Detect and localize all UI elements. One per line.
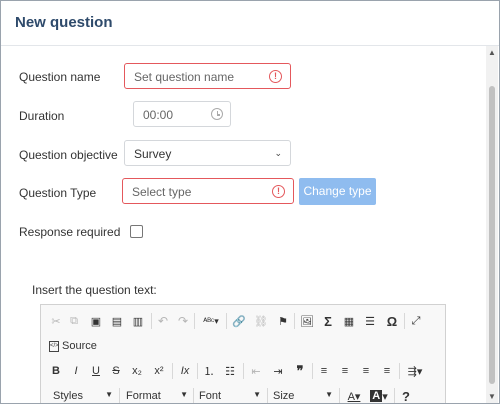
text-color-icon[interactable]: A▾ <box>344 387 364 403</box>
objective-value: Survey <box>134 147 172 161</box>
scroll-up-icon[interactable]: ▲ <box>487 48 497 57</box>
chevron-down-icon: ▼ <box>180 390 188 399</box>
toolbar-separator <box>226 313 227 329</box>
toolbar-separator <box>267 388 268 403</box>
toolbar-separator <box>399 363 400 379</box>
question-text-label: Insert the question text: <box>32 283 157 297</box>
change-type-button[interactable]: Change type <box>299 178 376 205</box>
chevron-down-icon: ▼ <box>325 390 333 399</box>
objective-label: Question objective <box>19 148 118 162</box>
unlink-icon[interactable]: ⛓ <box>253 312 269 330</box>
toolbar-separator <box>404 313 405 329</box>
toolbar-row-3: B I U S x₂ x² Ix ⒈ ☷ ⇤ ⇥ ❞ ≡ ≡ ≡ ≡ ⇶▾ <box>41 362 445 382</box>
toolbar-separator <box>394 388 395 403</box>
chevron-down-icon: ▼ <box>105 390 113 399</box>
toolbar-separator <box>339 388 340 403</box>
question-type-select[interactable]: Select type ! <box>122 178 294 204</box>
subscript-icon[interactable]: x₂ <box>129 362 145 380</box>
table-icon[interactable]: ▦ <box>341 312 357 330</box>
size-combo[interactable]: Size ▼ <box>273 387 333 403</box>
question-type-placeholder: Select type <box>132 185 192 199</box>
toolbar-separator <box>312 363 313 379</box>
toolbar-separator <box>194 313 195 329</box>
styles-label: Styles <box>53 390 83 402</box>
question-name-input[interactable]: Set question name ! <box>124 63 291 89</box>
toolbar-row-2: </> Source <box>41 337 445 357</box>
spellcheck-icon[interactable]: ᴬᴮᶜ▾ <box>199 312 223 330</box>
chevron-down-icon: ▼ <box>253 390 261 399</box>
question-name-label: Question name <box>19 70 101 84</box>
bold-icon[interactable]: B <box>49 362 63 380</box>
align-right-icon[interactable]: ≡ <box>359 362 373 380</box>
remove-format-icon[interactable]: Ix <box>177 362 193 380</box>
source-label: Source <box>62 340 97 352</box>
toolbar-separator <box>151 313 152 329</box>
language-direction-icon[interactable]: ⇶▾ <box>404 362 426 380</box>
numbered-list-icon[interactable]: ⒈ <box>202 362 216 380</box>
anchor-flag-icon[interactable]: ⚑ <box>276 312 290 330</box>
font-label: Font <box>199 390 222 402</box>
paste-text-icon[interactable]: ▤ <box>110 312 124 330</box>
source-button[interactable]: </> Source <box>49 337 105 355</box>
clock-icon <box>211 108 223 120</box>
question-name-placeholder: Set question name <box>134 70 235 84</box>
toolbar-row-4: Styles ▼ Format ▼ Font ▼ Size ▼ A▾ A ▾ ? <box>41 387 445 404</box>
format-combo[interactable]: Format ▼ <box>126 387 188 403</box>
paste-word-icon[interactable]: ▥ <box>131 312 145 330</box>
cut-icon[interactable]: ✂ <box>49 312 63 330</box>
toolbar-separator <box>193 388 194 403</box>
help-icon[interactable]: ? <box>399 387 413 404</box>
question-type-label: Question Type <box>19 186 97 200</box>
response-required-checkbox[interactable] <box>130 225 143 238</box>
rich-text-editor: ✂ ⧉ ▣ ▤ ▥ ↶ ↷ ᴬᴮᶜ▾ 🔗 ⛓ ⚑ 🖼 Σ ▦ ☰ Ω ⤢ </>… <box>40 304 446 404</box>
scroll-down-icon[interactable]: ▼ <box>487 392 497 401</box>
size-label: Size <box>273 390 295 402</box>
justify-icon[interactable]: ≡ <box>380 362 394 380</box>
paste-icon[interactable]: ▣ <box>89 312 103 330</box>
align-center-icon[interactable]: ≡ <box>338 362 352 380</box>
format-label: Format <box>126 390 161 402</box>
strikethrough-icon[interactable]: S <box>109 362 123 380</box>
blockquote-icon[interactable]: ❞ <box>293 362 307 380</box>
response-required-label: Response required <box>19 225 121 239</box>
undo-icon[interactable]: ↶ <box>156 312 170 330</box>
horizontal-line-icon[interactable]: ☰ <box>363 312 377 330</box>
objective-select[interactable]: Survey ⌄ <box>124 140 291 166</box>
dialog-header: New question <box>1 1 499 46</box>
toolbar-separator <box>172 363 173 379</box>
background-color-icon[interactable]: A ▾ <box>369 387 389 403</box>
toolbar-separator <box>294 313 295 329</box>
toolbar-separator <box>243 363 244 379</box>
error-icon: ! <box>272 185 285 198</box>
maximize-icon[interactable]: ⤢ <box>409 312 423 330</box>
toolbar-separator <box>197 363 198 379</box>
font-combo[interactable]: Font ▼ <box>199 387 261 403</box>
copy-icon[interactable]: ⧉ <box>67 312 81 330</box>
chevron-down-icon: ⌄ <box>274 148 282 158</box>
dialog-title: New question <box>15 14 113 31</box>
source-icon: </> <box>49 340 59 352</box>
duration-label: Duration <box>19 109 65 123</box>
indent-icon[interactable]: ⇥ <box>271 362 285 380</box>
italic-icon[interactable]: I <box>69 362 83 380</box>
duration-input[interactable]: 00:00 <box>133 101 231 127</box>
toolbar-separator <box>119 388 120 403</box>
styles-combo[interactable]: Styles ▼ <box>53 387 113 403</box>
link-icon[interactable]: 🔗 <box>231 312 247 330</box>
special-char-icon[interactable]: Ω <box>385 312 399 330</box>
underline-icon[interactable]: U <box>89 362 103 380</box>
align-left-icon[interactable]: ≡ <box>317 362 331 380</box>
image-icon[interactable]: 🖼 <box>299 312 315 330</box>
superscript-icon[interactable]: x² <box>151 362 167 380</box>
redo-icon[interactable]: ↷ <box>176 312 190 330</box>
bulleted-list-icon[interactable]: ☷ <box>223 362 237 380</box>
sigma-icon[interactable]: Σ <box>321 312 335 330</box>
vertical-scrollbar[interactable]: ▲ ▼ <box>486 46 498 403</box>
outdent-icon[interactable]: ⇤ <box>249 362 263 380</box>
duration-value: 00:00 <box>143 108 174 122</box>
error-icon: ! <box>269 70 282 83</box>
new-question-dialog: New question Question name Set question … <box>0 0 500 404</box>
scrollbar-thumb[interactable] <box>489 86 495 384</box>
toolbar-row-1: ✂ ⧉ ▣ ▤ ▥ ↶ ↷ ᴬᴮᶜ▾ 🔗 ⛓ ⚑ 🖼 Σ ▦ ☰ Ω ⤢ <box>41 312 445 332</box>
